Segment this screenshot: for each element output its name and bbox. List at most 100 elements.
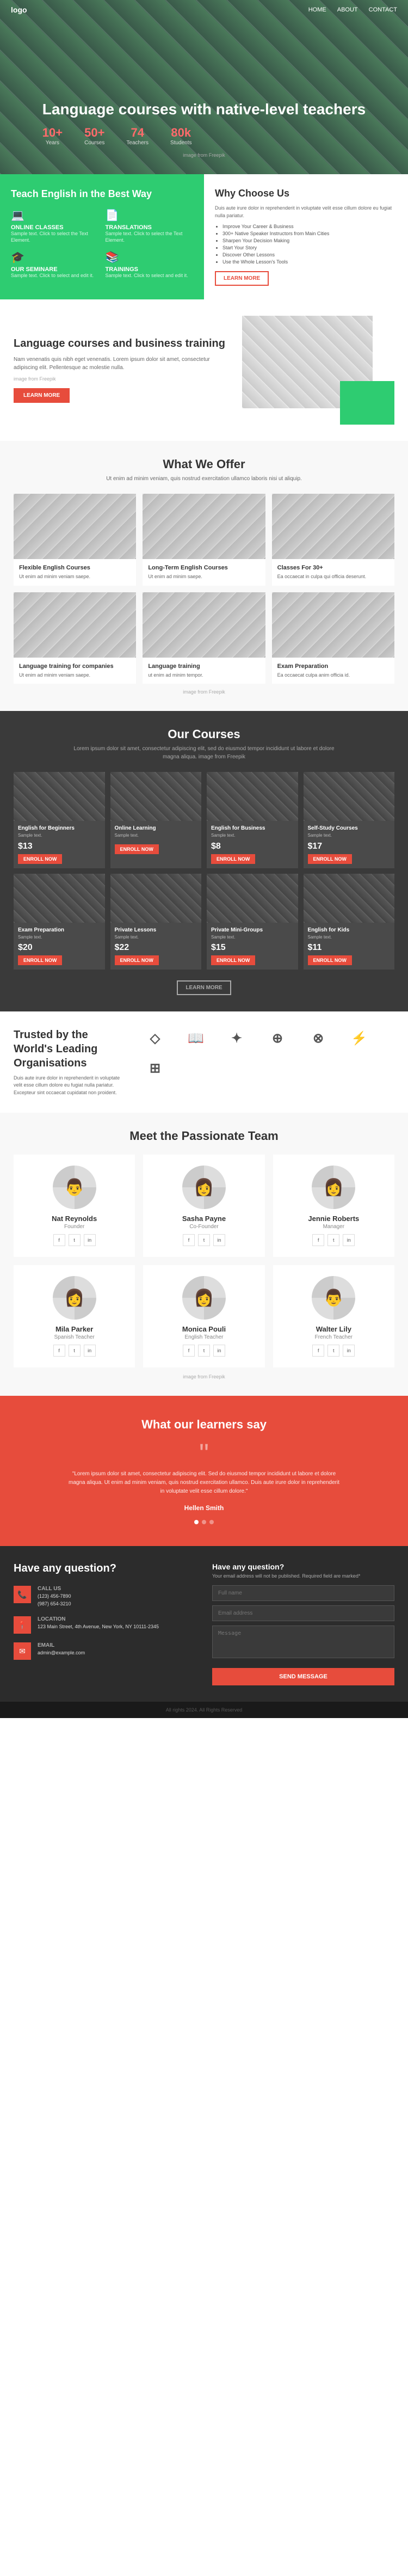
form-message-input[interactable] <box>212 1626 394 1658</box>
nat-linkedin-icon[interactable]: in <box>84 1234 96 1246</box>
mila-facebook-icon[interactable]: f <box>53 1345 65 1357</box>
why-learn-more-button[interactable]: LEARN MORE <box>215 271 269 286</box>
form-name-field <box>212 1585 394 1601</box>
dot-2[interactable] <box>202 1520 206 1524</box>
course-card-2-img <box>110 772 202 821</box>
feature-translations: 📄 TRANSLATIONS Sample text. Click to sel… <box>106 208 194 243</box>
nav-home[interactable]: HOME <box>308 7 326 13</box>
contact-call-text: CALL US (123) 456-7890 (987) 654-3210 <box>38 1586 71 1608</box>
offer-card-1-desc: Ut enim ad minim veniam saepe. <box>19 573 131 580</box>
stat-courses: 50+ Courses <box>84 126 104 146</box>
location-label: LOCATION <box>38 1616 159 1622</box>
walter-facebook-icon[interactable]: f <box>312 1345 324 1357</box>
teach-box: Teach English in the Best Way 💻 ONLINE C… <box>0 174 204 299</box>
offer-card-6-body: Exam Preparation Ea occaecat culpa anim … <box>272 658 394 684</box>
testimonial-dots <box>14 1520 394 1524</box>
course-card-4-desc: Sample text. <box>308 833 391 838</box>
course-card-8-enroll[interactable]: ENROLL NOW <box>308 955 352 965</box>
email-value: admin@example.com <box>38 1649 85 1657</box>
course-card-8-img <box>304 874 395 923</box>
why-item-3: Sharpen Your Decision Making <box>222 238 397 243</box>
course-card-1-enroll[interactable]: ENROLL NOW <box>18 854 62 864</box>
feature-online-title: ONLINE CLASSES <box>11 224 99 231</box>
jennie-twitter-icon[interactable]: t <box>327 1234 339 1246</box>
walter-linkedin-icon[interactable]: in <box>343 1345 355 1357</box>
course-card-4-enroll[interactable]: ENROLL NOW <box>308 854 352 864</box>
why-item-5: Discover Other Lessons <box>222 252 397 257</box>
team-card-walter: 👨 Walter Lily French Teacher f t in <box>273 1265 394 1367</box>
monica-facebook-icon[interactable]: f <box>183 1345 195 1357</box>
course-card-5: Exam Preparation Sample text. $20 ENROLL… <box>14 874 105 970</box>
jennie-facebook-icon[interactable]: f <box>312 1234 324 1246</box>
offer-card-3-img <box>272 494 394 559</box>
course-card-7-enroll[interactable]: ENROLL NOW <box>211 955 255 965</box>
course-card-6-img <box>110 874 202 923</box>
submit-button[interactable]: SEND MESSAGE <box>212 1668 394 1685</box>
offer-card-6-img <box>272 592 394 658</box>
course-card-8-price: $11 <box>308 943 391 953</box>
biz-image-accent <box>340 381 394 425</box>
nat-twitter-icon[interactable]: t <box>69 1234 81 1246</box>
course-card-1-price: $13 <box>18 842 101 851</box>
biz-text: Language courses and business training N… <box>14 338 231 403</box>
feature-trainings-title: TRAININGS <box>106 266 194 273</box>
stat-teachers-num: 74 <box>126 126 149 140</box>
course-card-6-title: Private Lessons <box>115 927 197 933</box>
offer-card-6-title: Exam Preparation <box>277 663 389 670</box>
stat-years: 10+ Years <box>42 126 63 146</box>
course-card-2-body: Online Learning Sample text. ENROLL NOW <box>110 821 202 858</box>
course-card-2-enroll[interactable]: ENROLL NOW <box>115 844 159 854</box>
trusted-description: Duis aute irure dolor in reprehenderit i… <box>14 1075 122 1097</box>
mila-twitter-icon[interactable]: t <box>69 1345 81 1357</box>
stat-courses-label: Courses <box>84 140 104 146</box>
translations-icon: 📄 <box>106 208 194 222</box>
course-card-2-desc: Sample text. <box>115 833 197 838</box>
form-email-input[interactable] <box>212 1605 394 1621</box>
course-card-6-price: $22 <box>115 943 197 953</box>
nav-links: HOME ABOUT CONTACT <box>308 7 397 13</box>
course-card-3-price: $8 <box>211 842 294 851</box>
contact-location: 📍 LOCATION 123 Main Street, 4th Avenue, … <box>14 1616 196 1634</box>
biz-learn-more-button[interactable]: LEARN MORE <box>14 388 70 403</box>
quote-mark: " <box>14 1443 394 1464</box>
course-card-7: Private Mini-Groups Sample text. $15 ENR… <box>207 874 298 970</box>
offer-card-3: Classes For 30+ Ea occaecat in culpa qui… <box>272 494 394 586</box>
logos-row: ◇ 📖 ✦ ⊕ ⊗ ⚡ ⊞ <box>139 1028 394 1080</box>
dot-1[interactable] <box>194 1520 199 1524</box>
nat-facebook-icon[interactable]: f <box>53 1234 65 1246</box>
team-role-monica: English Teacher <box>154 1334 254 1340</box>
form-email-field <box>212 1605 394 1621</box>
team-role-nat: Founder <box>24 1224 124 1230</box>
sasha-facebook-icon[interactable]: f <box>183 1234 195 1246</box>
jennie-linkedin-icon[interactable]: in <box>343 1234 355 1246</box>
nav-contact[interactable]: CONTACT <box>369 7 397 13</box>
offer-title: What We Offer <box>14 457 394 471</box>
offer-card-1-body: Flexible English Courses Ut enim ad mini… <box>14 559 136 586</box>
mila-linkedin-icon[interactable]: in <box>84 1345 96 1357</box>
team-role-walter: French Teacher <box>284 1334 384 1340</box>
offer-image-credit: image from Freepik <box>14 689 394 695</box>
offer-card-4-title: Language training for companies <box>19 663 131 670</box>
course-card-3-enroll[interactable]: ENROLL NOW <box>211 854 255 864</box>
sasha-twitter-icon[interactable]: t <box>198 1234 210 1246</box>
team-name-nat: Nat Reynolds <box>24 1215 124 1223</box>
dot-3[interactable] <box>209 1520 214 1524</box>
team-avatar-jennie: 👩 <box>312 1166 355 1209</box>
course-card-6-enroll[interactable]: ENROLL NOW <box>115 955 159 965</box>
walter-twitter-icon[interactable]: t <box>327 1345 339 1357</box>
sasha-linkedin-icon[interactable]: in <box>213 1234 225 1246</box>
stat-teachers-label: Teachers <box>126 140 149 146</box>
why-item-6: Use the Whole Lesson's Tools <box>222 259 397 265</box>
monica-linkedin-icon[interactable]: in <box>213 1345 225 1357</box>
courses-learn-more-button[interactable]: LEARN MORE <box>177 980 231 995</box>
course-card-7-desc: Sample text. <box>211 935 294 940</box>
form-name-input[interactable] <box>212 1585 394 1601</box>
contact-email-text: EMAIL admin@example.com <box>38 1642 85 1657</box>
team-avatar-mila-icon: 👩 <box>64 1289 84 1308</box>
monica-twitter-icon[interactable]: t <box>198 1345 210 1357</box>
nav-about[interactable]: ABOUT <box>337 7 358 13</box>
logo-5-icon: ⊗ <box>313 1031 324 1046</box>
offer-card-1-title: Flexible English Courses <box>19 565 131 571</box>
course-card-5-enroll[interactable]: ENROLL NOW <box>18 955 62 965</box>
course-card-7-price: $15 <box>211 943 294 953</box>
